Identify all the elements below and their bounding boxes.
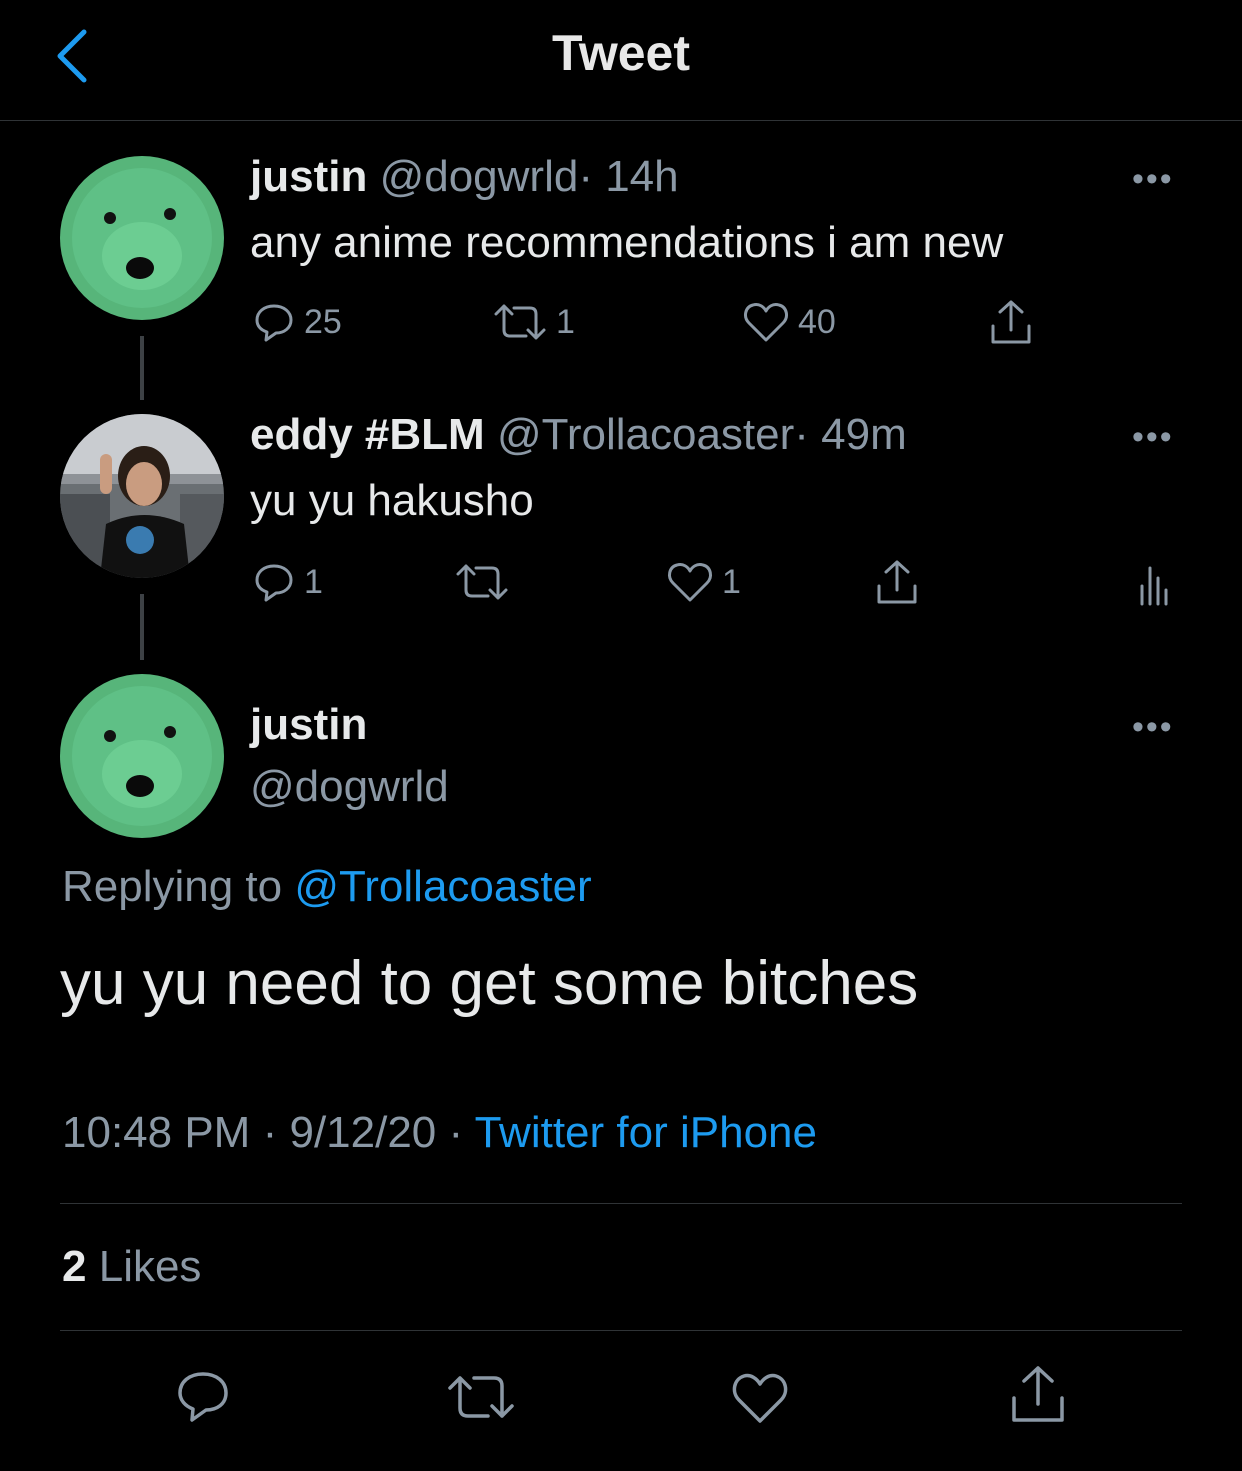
avatar-image (60, 156, 224, 320)
like-button[interactable] (730, 1370, 790, 1431)
avatar[interactable] (60, 414, 224, 578)
retweet-icon (456, 564, 508, 600)
divider (60, 1203, 1182, 1204)
like-count: 1 (722, 562, 741, 601)
reply-button[interactable] (174, 1368, 232, 1429)
separator: · (448, 1108, 464, 1157)
author-name: eddy #BLM (250, 410, 485, 459)
reply-count: 25 (304, 302, 342, 341)
like-icon (732, 1373, 788, 1423)
avatar[interactable] (60, 674, 224, 838)
analytics-button[interactable] (1138, 560, 1170, 606)
author-handle: @Trollacoaster (496, 410, 795, 459)
author-name[interactable]: justin (250, 700, 367, 750)
retweet-count: 1 (556, 302, 575, 341)
like-button[interactable]: 40 (742, 300, 836, 344)
retweet-icon (448, 1376, 514, 1418)
retweet-button[interactable] (446, 1370, 516, 1429)
tweet-time: · 49m (794, 410, 907, 459)
tweet-source[interactable]: Twitter for iPhone (475, 1108, 817, 1157)
tweet-time: 10:48 PM (62, 1108, 251, 1157)
more-button[interactable]: ••• (1132, 708, 1174, 747)
replying-prefix: Replying to (62, 862, 295, 911)
thread-connector (140, 336, 144, 400)
likes-count: 2 (62, 1242, 87, 1291)
tweet-author[interactable]: justin @dogwrld· 14h (250, 152, 679, 202)
avatar-image (60, 674, 224, 838)
thread-connector (140, 594, 144, 660)
analytics-icon (1140, 566, 1168, 606)
like-icon (744, 303, 788, 342)
reply-icon (255, 304, 293, 342)
tweet-metadata: 10:48 PM · 9/12/20 · Twitter for iPhone (62, 1108, 817, 1158)
tweet-author[interactable]: eddy #BLM @Trollacoaster· 49m (250, 410, 907, 460)
share-icon (991, 300, 1031, 344)
share-icon (1012, 1366, 1064, 1422)
avatar-image (60, 414, 224, 578)
avatar[interactable] (60, 156, 224, 320)
more-button[interactable]: ••• (1132, 160, 1174, 199)
header-divider (0, 120, 1242, 121)
tweet-time: · 14h (578, 152, 679, 201)
reply-icon (255, 564, 293, 602)
share-button[interactable] (988, 298, 1034, 348)
share-button[interactable] (1008, 1364, 1068, 1431)
replying-to: Replying to @Trollacoaster (62, 862, 592, 912)
replying-to-link[interactable]: @Trollacoaster (294, 862, 591, 911)
retweet-button[interactable]: 1 (492, 300, 575, 344)
retweet-button[interactable] (454, 560, 518, 604)
reply-button[interactable]: 25 (252, 300, 342, 344)
divider (60, 1330, 1182, 1331)
like-icon (668, 563, 712, 602)
reply-button[interactable]: 1 (252, 560, 323, 604)
retweet-icon (494, 304, 546, 340)
separator: · (262, 1108, 278, 1157)
like-button[interactable]: 1 (666, 560, 741, 604)
page-title: Tweet (552, 25, 690, 81)
likes-label: Likes (98, 1242, 202, 1291)
tweet-text: any anime recommendations i am new (250, 218, 1004, 267)
reply-count: 1 (304, 562, 323, 601)
tweet-date: 9/12/20 (289, 1108, 437, 1157)
likes-summary[interactable]: 2 Likes (62, 1242, 201, 1292)
share-button[interactable] (874, 558, 920, 608)
main-tweet-text: yu yu need to get some bitches (60, 949, 919, 1018)
author-handle: @dogwrld (250, 762, 449, 811)
reply-icon (178, 1372, 228, 1422)
like-count: 40 (798, 302, 836, 341)
more-button[interactable]: ••• (1132, 418, 1174, 457)
author-name: justin (250, 152, 368, 201)
share-icon (877, 560, 917, 604)
author-handle: @dogwrld (379, 152, 579, 201)
tweet-text: yu yu hakusho (250, 476, 534, 525)
